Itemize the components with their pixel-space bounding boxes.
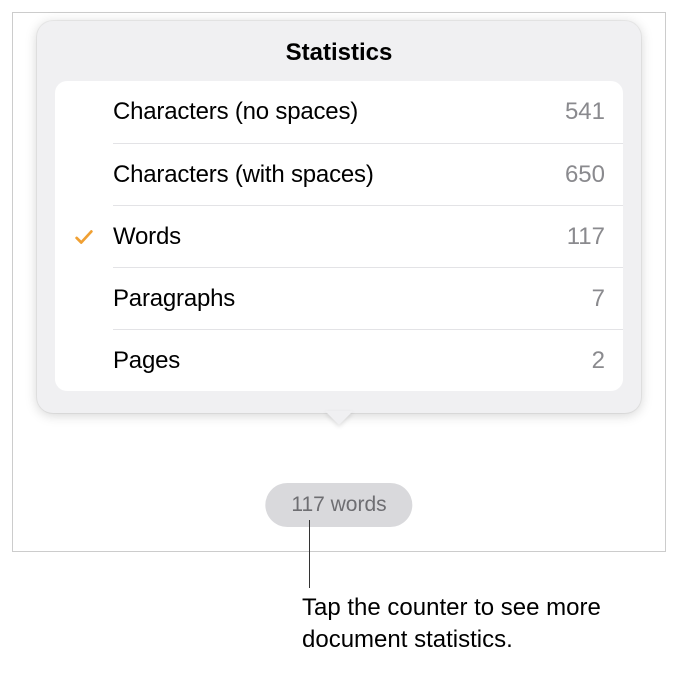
popover-pointer xyxy=(325,411,353,425)
stat-value: 7 xyxy=(592,285,605,313)
stat-row-characters-with-spaces[interactable]: Characters (with spaces) 650 xyxy=(113,143,623,205)
statistics-popover: Statistics Characters (no spaces) 541 Ch… xyxy=(37,21,641,413)
stat-row-words[interactable]: Words 117 xyxy=(113,205,623,267)
word-count-counter[interactable]: 117 words xyxy=(265,483,412,527)
stat-label: Paragraphs xyxy=(113,285,592,313)
statistics-list: Characters (no spaces) 541 Characters (w… xyxy=(55,81,623,391)
stat-value: 541 xyxy=(565,98,605,126)
checkmark-icon xyxy=(73,226,95,248)
stat-label: Pages xyxy=(113,347,592,375)
screenshot-frame: Statistics Characters (no spaces) 541 Ch… xyxy=(12,12,666,552)
callout-line xyxy=(309,520,310,588)
stat-value: 2 xyxy=(592,347,605,375)
stat-label: Words xyxy=(113,223,567,251)
stat-label: Characters (no spaces) xyxy=(113,98,565,126)
stat-value: 117 xyxy=(567,223,605,251)
stat-row-paragraphs[interactable]: Paragraphs 7 xyxy=(113,267,623,329)
popover-title: Statistics xyxy=(37,21,641,81)
stat-value: 650 xyxy=(565,161,605,189)
stat-label: Characters (with spaces) xyxy=(113,161,565,189)
check-column xyxy=(55,226,113,248)
stat-row-pages[interactable]: Pages 2 xyxy=(113,329,623,391)
stat-row-characters-no-spaces[interactable]: Characters (no spaces) 541 xyxy=(55,81,623,143)
callout-text: Tap the counter to see more document sta… xyxy=(302,592,662,657)
